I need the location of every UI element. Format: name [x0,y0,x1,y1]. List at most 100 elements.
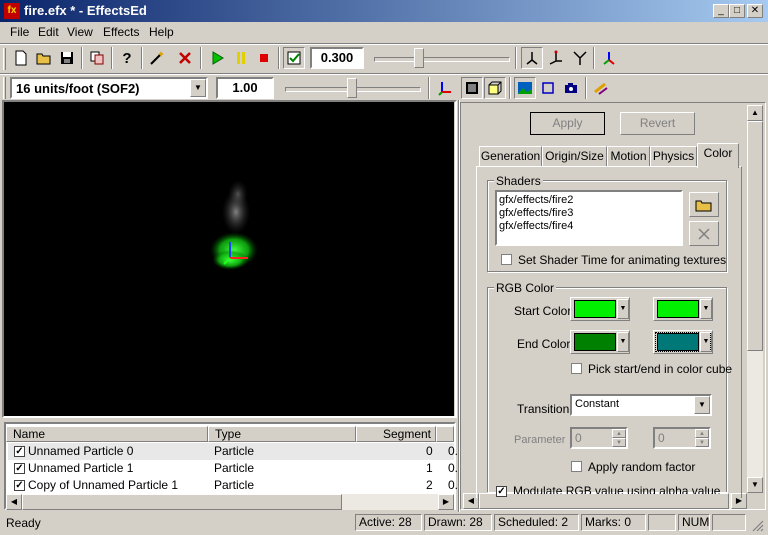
particle-list[interactable]: Name Type Segment ✓ Unnamed Particle 0 P… [4,422,458,510]
copy-icon[interactable] [86,47,108,69]
help-icon[interactable]: ? [116,47,138,69]
visibility-checkbox[interactable]: ✓ [14,463,25,474]
remove-shader-button[interactable] [689,221,719,246]
chevron-down-icon[interactable]: ▼ [617,299,629,319]
start-color-picker-2[interactable]: ▼ [653,297,713,321]
tab-motion[interactable]: Motion [607,146,650,166]
stop-icon[interactable] [253,47,275,69]
list-item[interactable]: gfx/effects/fire2 [499,194,573,206]
column-header-type[interactable]: Type [208,426,356,442]
random-factor-checkbox[interactable] [571,461,582,472]
light-wand-icon[interactable] [590,77,612,99]
list-item[interactable]: gfx/effects/fire4 [499,220,573,232]
color-cube-checkbox[interactable] [571,363,582,374]
menu-effects[interactable]: Effects [103,25,139,39]
axes-view-icon[interactable] [521,47,543,69]
time-slider-track[interactable] [374,57,510,62]
time-field[interactable]: 0.300 [310,47,364,69]
save-disk-icon[interactable] [56,47,78,69]
end-color-picker-2[interactable]: ▼ [653,330,713,354]
transition-select-value: Constant [575,398,620,410]
play-icon[interactable] [206,47,228,69]
pause-icon[interactable] [230,47,252,69]
square-outline-icon[interactable] [537,77,559,99]
scroll-up-button[interactable]: ▲ [747,105,763,121]
particle-extra: 0. [448,478,459,492]
list-item[interactable]: ✓ Copy of Unnamed Particle 1 Particle 2 … [8,477,458,494]
resize-grip-icon[interactable] [750,518,764,532]
menu-view[interactable]: View [67,25,93,39]
particle-segment: 2 [426,478,433,492]
tab-color[interactable]: Color [697,143,739,168]
visibility-checkbox[interactable]: ✓ [14,446,25,457]
axis-gizmo-icon[interactable] [434,77,456,99]
chevron-down-icon[interactable]: ▼ [694,396,710,414]
axes-color-icon[interactable] [598,47,620,69]
chevron-down-icon[interactable]: ▼ [617,332,629,352]
minimize-button[interactable]: _ [713,4,729,18]
title-bar[interactable]: fx fire.efx * - EffectsEd _ □ ✕ [0,0,768,22]
status-empty [648,514,676,531]
delete-x-icon[interactable] [174,47,196,69]
axes-fork-icon[interactable] [569,47,591,69]
close-button[interactable]: ✕ [747,4,763,18]
chevron-down-icon[interactable]: ▼ [700,332,712,352]
spin-up-icon[interactable]: ▲ [612,429,626,438]
shader-list[interactable]: gfx/effects/fire2 gfx/effects/fire3 gfx/… [495,190,683,246]
new-file-icon[interactable] [10,47,32,69]
browse-shader-button[interactable] [689,192,719,217]
chevron-down-icon[interactable]: ▼ [190,79,206,97]
open-folder-icon[interactable] [33,47,55,69]
panel-vertical-scrollbar[interactable]: ▲ ▼ [747,105,763,493]
transition-label: Transition [517,402,570,416]
tab-physics[interactable]: Physics [650,146,697,166]
scale-slider-thumb[interactable] [347,78,357,98]
scroll-right-button[interactable]: ▶ [438,494,454,510]
camera-icon[interactable] [560,77,582,99]
scroll-thumb[interactable] [747,121,763,351]
status-num: NUM [678,514,710,531]
cube-icon[interactable] [484,77,506,99]
units-select-value: 16 units/foot (SOF2) [16,81,140,96]
scroll-left-button[interactable]: ◀ [6,494,22,510]
units-select[interactable]: 16 units/foot (SOF2) ▼ [10,77,208,99]
spin-down-icon[interactable]: ▼ [695,438,709,447]
loop-check-icon[interactable] [283,47,305,69]
transition-select[interactable]: Constant ▼ [570,394,712,416]
menu-file[interactable]: File [10,25,29,39]
spin-up-icon[interactable]: ▲ [695,429,709,438]
magic-wand-icon[interactable] [146,47,168,69]
axes-rotate-icon[interactable] [545,47,567,69]
time-slider-thumb[interactable] [413,48,424,68]
apply-button[interactable]: Apply [530,112,605,135]
list-item[interactable]: ✓ Unnamed Particle 1 Particle 1 0. [8,460,458,477]
parameter-spinner-2[interactable]: 0 ▲ ▼ [653,427,711,449]
effect-viewport[interactable] [4,102,454,416]
scroll-thumb[interactable] [22,494,342,510]
list-item[interactable]: ✓ Unnamed Particle 0 Particle 0 0. [8,443,458,460]
grid-frame-icon[interactable] [461,77,483,99]
background-image-icon[interactable] [514,77,536,99]
spin-down-icon[interactable]: ▼ [612,438,626,447]
column-header-name[interactable]: Name [6,426,208,442]
start-color-picker-1[interactable]: ▼ [570,297,630,321]
scale-field[interactable]: 1.00 [216,77,274,99]
status-scheduled: Scheduled: 2 [494,514,579,531]
list-horizontal-scrollbar[interactable]: ◀ ▶ [6,494,454,510]
list-item[interactable]: gfx/effects/fire3 [499,207,573,219]
visibility-checkbox[interactable]: ✓ [14,480,25,491]
scroll-down-button[interactable]: ▼ [747,477,763,493]
shader-time-checkbox[interactable] [501,254,512,265]
tab-generation[interactable]: Generation [479,146,542,166]
shader-time-label: Set Shader Time for animating textures [518,253,727,267]
particle-name: Unnamed Particle 1 [28,461,134,475]
menu-help[interactable]: Help [149,25,174,39]
column-header-segment[interactable]: Segment [356,426,436,442]
parameter-spinner-1[interactable]: 0 ▲ ▼ [570,427,628,449]
end-color-picker-1[interactable]: ▼ [570,330,630,354]
tab-origin-size[interactable]: Origin/Size [542,146,607,166]
menu-edit[interactable]: Edit [38,25,59,39]
revert-button[interactable]: Revert [620,112,695,135]
chevron-down-icon[interactable]: ▼ [700,299,712,319]
maximize-button[interactable]: □ [729,4,745,18]
